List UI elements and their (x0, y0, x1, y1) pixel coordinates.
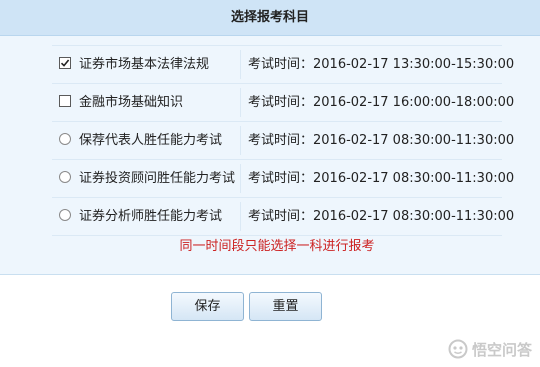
subject-list: 证券市场基本法律法规 考试时间：2016-02-17 13:30:00-15:3… (52, 45, 514, 236)
wukong-logo-icon (448, 339, 468, 359)
subject-5-name: 证券分析师胜任能力考试 (79, 209, 223, 224)
subject-1-checkbox[interactable] (59, 57, 71, 69)
subject-3-radio[interactable] (59, 133, 71, 145)
column-divider (240, 88, 241, 117)
subject-row-4[interactable]: 证券投资顾问胜任能力考试 考试时间：2016-02-17 08:30:00-11… (52, 160, 514, 198)
subject-2-name: 金融市场基础知识 (79, 95, 184, 110)
subject-5-time: 考试时间：2016-02-17 08:30:00-11:30:00 (248, 209, 515, 224)
subject-4-radio[interactable] (59, 171, 71, 183)
panel-title: 选择报考科目 (0, 0, 540, 36)
subject-1-name: 证券市场基本法律法规 (79, 57, 210, 72)
watermark: 悟空问答 (448, 339, 532, 359)
subject-2-checkbox[interactable] (59, 95, 71, 107)
subject-row-5[interactable]: 证券分析师胜任能力考试 考试时间：2016-02-17 08:30:00-11:… (52, 198, 514, 236)
subject-row-2[interactable]: 金融市场基础知识 考试时间：2016-02-17 16:00:00-18:00:… (52, 84, 514, 122)
subject-1-time: 考试时间：2016-02-17 13:30:00-15:30:00 (248, 57, 515, 72)
column-divider (240, 202, 241, 231)
reset-button[interactable]: 重置 (249, 292, 322, 321)
subject-selection-panel: 选择报考科目 证券市场基本法律法规 考试时间：2016-02-17 13:30:… (0, 0, 540, 275)
subject-5-radio[interactable] (59, 209, 71, 221)
checkmark-icon (60, 59, 70, 67)
subject-row-1[interactable]: 证券市场基本法律法规 考试时间：2016-02-17 13:30:00-15:3… (52, 45, 514, 84)
subject-4-time: 考试时间：2016-02-17 08:30:00-11:30:00 (248, 171, 515, 186)
subject-3-name: 保荐代表人胜任能力考试 (79, 133, 223, 148)
column-divider (240, 50, 241, 79)
subject-2-time: 考试时间：2016-02-17 16:00:00-18:00:00 (248, 95, 515, 110)
column-divider (240, 164, 241, 193)
subject-3-time: 考试时间：2016-02-17 08:30:00-11:30:00 (248, 133, 515, 148)
subject-row-3[interactable]: 保荐代表人胜任能力考试 考试时间：2016-02-17 08:30:00-11:… (52, 122, 514, 160)
column-divider (240, 126, 241, 155)
subject-4-name: 证券投资顾问胜任能力考试 (79, 171, 236, 186)
notice-text: 同一时间段只能选择一科进行报考 (179, 239, 375, 254)
save-button[interactable]: 保存 (171, 292, 244, 321)
watermark-text: 悟空问答 (471, 340, 532, 359)
